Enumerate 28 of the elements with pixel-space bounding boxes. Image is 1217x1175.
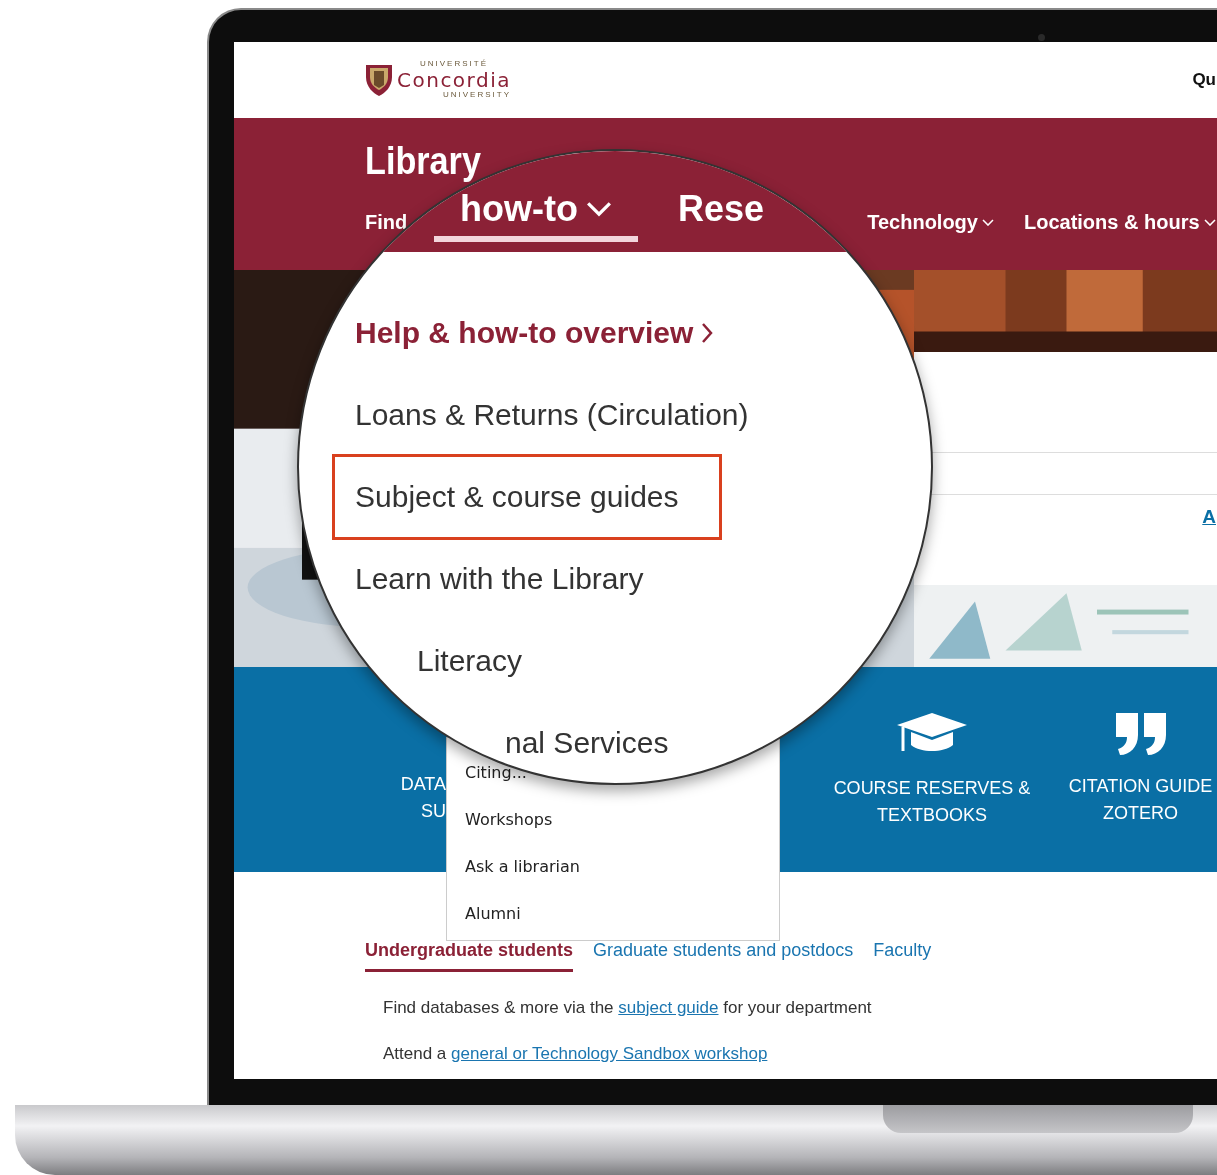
logo-text: UNIVERSITÉ <box>420 60 488 69</box>
site-title: Library <box>365 140 481 183</box>
menu-item[interactable]: nal Services <box>482 722 672 764</box>
nav-item[interactable]: how-to <box>434 188 638 242</box>
caret-icon <box>1203 218 1216 227</box>
info-paragraph: Find databases & more via the subject guide for your department <box>383 998 873 1018</box>
audience-tab[interactable]: Graduate students and postdocs <box>593 940 854 972</box>
panel-link[interactable]: A <box>1202 506 1216 528</box>
quick-link-tile[interactable]: CITATION GUIDE ZOTERO <box>1068 711 1213 827</box>
info-paragraph: Attend a general or Technology Sandbox workshop <box>383 1044 769 1064</box>
nav-item[interactable]: Technology <box>867 211 994 234</box>
menu-item[interactable]: Citing... <box>465 763 527 783</box>
text-link[interactable]: general or Technology Sandbox workshop <box>451 1044 768 1063</box>
header-link[interactable]: Qu <box>1192 70 1216 90</box>
camera-icon <box>1038 34 1045 41</box>
logo-wordmark: Concordia <box>397 69 511 91</box>
text-link[interactable]: subject guide <box>618 998 719 1017</box>
menu-item[interactable]: Ask a librarian <box>465 857 580 877</box>
nav-item[interactable]: Locations & hours <box>1023 211 1216 234</box>
logo-text: UNIVERSITY <box>443 91 511 100</box>
menu-item[interactable]: Alumni <box>465 904 521 924</box>
caret-icon <box>585 201 612 217</box>
menu-item[interactable]: Workshops <box>465 810 553 830</box>
nav-item[interactable]: Rese <box>651 188 790 242</box>
audience-tab[interactable]: Faculty <box>873 940 932 972</box>
shield-icon <box>365 63 393 97</box>
caret-icon <box>981 218 994 227</box>
quote-icon <box>1113 711 1168 757</box>
